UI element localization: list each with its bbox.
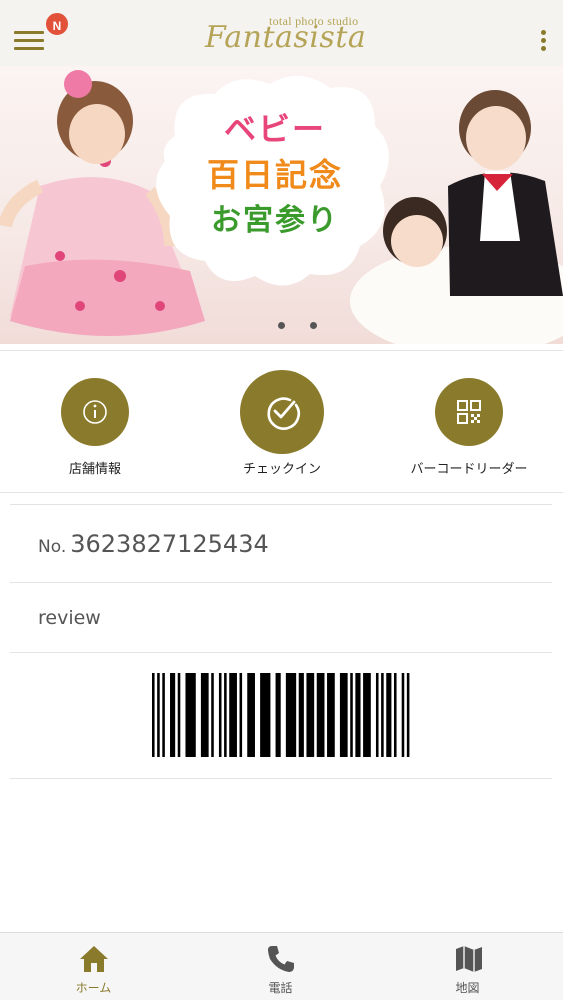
- barcode-bar: [224, 673, 227, 757]
- row-divider: [10, 504, 552, 505]
- info-icon: [83, 400, 107, 424]
- kebab-icon: [541, 30, 546, 35]
- store-info-label: 店舗情報: [68, 462, 121, 477]
- barcode-bar: [157, 673, 160, 757]
- barcode-bar: [200, 673, 209, 757]
- carousel-pagination: [272, 322, 322, 332]
- barcode-reader-circle: [435, 378, 503, 446]
- menu-icon: [14, 31, 44, 34]
- carousel-dot[interactable]: [278, 322, 285, 329]
- barcode-bar: [152, 673, 155, 757]
- barcode-bar: [229, 673, 237, 757]
- barcode-bar: [355, 673, 361, 757]
- barcode-reader-button[interactable]: バーコードリーダー: [398, 370, 540, 480]
- barcode-bar: [401, 673, 405, 757]
- member-barcode: [152, 673, 410, 757]
- barcode-bar: [185, 673, 196, 757]
- member-number-prefix: No.: [38, 537, 67, 557]
- check-in-button[interactable]: チェックイン: [222, 370, 342, 480]
- barcode-bar: [162, 673, 165, 757]
- barcode-bar: [218, 673, 222, 757]
- barcode-bar: [275, 673, 281, 757]
- tab-map-label: 地図: [455, 981, 480, 995]
- more-options-button[interactable]: [536, 28, 550, 56]
- check-in-label: チェックイン: [242, 462, 321, 477]
- store-info-button[interactable]: 店舗情報: [40, 370, 150, 480]
- home-icon: [80, 946, 108, 972]
- barcode-bar: [177, 673, 181, 757]
- qr-code-icon: [457, 400, 481, 424]
- check-in-circle: [240, 370, 324, 454]
- barcode-bar: [285, 673, 297, 757]
- member-number-value: 3623827125434: [70, 530, 269, 558]
- row-divider: [10, 652, 552, 653]
- kebab-icon-dot: [541, 46, 546, 51]
- section-divider: [0, 492, 563, 493]
- barcode-bar: [375, 673, 379, 757]
- check-icon: [267, 397, 301, 430]
- banner-line-100-days: 百日記念: [206, 156, 343, 194]
- barcode-bar: [406, 673, 410, 757]
- barcode-bar: [316, 673, 325, 757]
- kebab-icon-dot: [541, 38, 546, 43]
- review-label[interactable]: review: [38, 607, 101, 629]
- carousel-dot[interactable]: [310, 322, 317, 329]
- barcode-bar: [363, 673, 371, 757]
- tab-home[interactable]: ホーム: [0, 933, 187, 1000]
- barcode-bar: [298, 673, 304, 757]
- store-info-circle: [61, 378, 129, 446]
- phone-icon: [268, 946, 294, 972]
- row-divider: [10, 778, 552, 779]
- barcode-bar: [247, 673, 255, 757]
- tab-home-label: ホーム: [75, 981, 112, 995]
- notification-badge[interactable]: N: [44, 11, 70, 37]
- barcode-bar: [393, 673, 397, 757]
- section-divider: [0, 350, 563, 351]
- barcode-bar: [260, 673, 271, 757]
- barcode-bar: [381, 673, 384, 757]
- barcode-bar: [239, 673, 243, 757]
- banner-line-shrine-visit: お宮参り: [211, 203, 339, 238]
- barcode-bar: [211, 673, 214, 757]
- map-icon: [456, 946, 482, 972]
- banner-line-baby: ベビー: [223, 110, 326, 148]
- hamburger-menu-button[interactable]: [14, 28, 46, 52]
- app-header: N total photo studio Fantasista: [0, 0, 563, 66]
- banner-headline: ベビー 百日記念 お宮参り: [180, 106, 370, 244]
- barcode-bar: [350, 673, 353, 757]
- barcode-reader-label: バーコードリーダー: [410, 462, 528, 477]
- barcode-bar: [339, 673, 348, 757]
- row-divider: [10, 582, 552, 583]
- menu-icon-bar: [14, 47, 44, 50]
- tab-phone-label: 電話: [268, 981, 293, 995]
- bottom-tab-bar: ホーム 電話 地図: [0, 932, 563, 1000]
- barcode-bar: [170, 673, 176, 757]
- studio-logo: total photo studio Fantasista: [205, 8, 370, 58]
- tab-phone[interactable]: 電話: [187, 933, 374, 1000]
- member-number: No. 3623827125434: [38, 530, 269, 560]
- barcode-bar: [327, 673, 335, 757]
- logo-name: Fantasista: [205, 20, 367, 55]
- barcode-bar: [306, 673, 315, 757]
- barcode-bar: [386, 673, 392, 757]
- menu-icon-bar: [14, 39, 44, 42]
- promo-banner[interactable]: ベビー 百日記念 お宮参り: [0, 66, 563, 344]
- tab-map[interactable]: 地図: [374, 933, 561, 1000]
